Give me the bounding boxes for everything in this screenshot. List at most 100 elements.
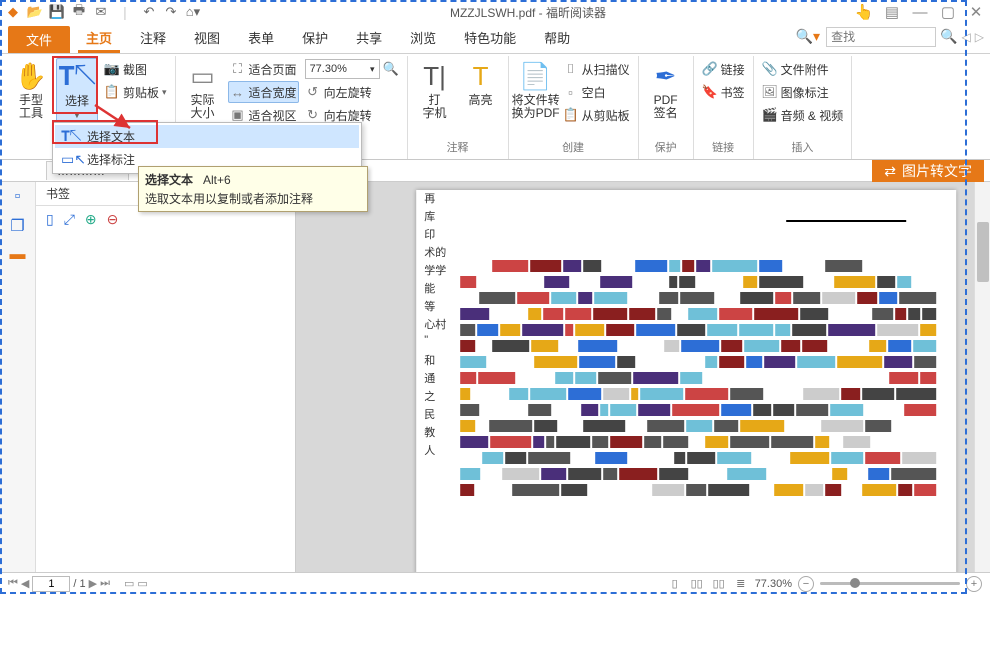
hand-tool-button[interactable]: ✋ 手型 工具: [10, 58, 52, 122]
view-facing-icon[interactable]: ▯▯: [711, 576, 727, 592]
ocr-icon: ⇄: [884, 163, 896, 180]
prev-page-icon[interactable]: ◀: [21, 577, 29, 590]
fit-visible-icon: ▣: [230, 107, 246, 123]
fit-width-button[interactable]: ↔适合宽度: [228, 81, 299, 103]
save-icon[interactable]: 💾: [48, 3, 66, 21]
undo-icon[interactable]: ↶: [140, 3, 158, 21]
tab-help[interactable]: 帮助: [530, 23, 584, 53]
tab-annot[interactable]: 注释: [126, 23, 180, 53]
clipboard-icon: 📋: [104, 84, 120, 100]
search-input[interactable]: [826, 27, 936, 47]
side-page-icon[interactable]: ▫: [15, 188, 21, 206]
view-cont-icon[interactable]: ▯▯: [689, 576, 705, 592]
minimize-icon[interactable]: —: [910, 3, 930, 21]
actual-size-button[interactable]: ▭ 实际 大小: [182, 58, 224, 122]
maximize-icon[interactable]: ▢: [938, 3, 958, 21]
tab-view[interactable]: 视图: [180, 23, 234, 53]
blank-icon: ▫: [563, 84, 579, 100]
view-cont-facing-icon[interactable]: ≣: [733, 576, 749, 592]
clipboard-button[interactable]: 📋剪贴板▾: [102, 81, 169, 103]
fit-page-icon: ⛶: [230, 61, 246, 77]
app-icon: ◆: [4, 3, 22, 21]
promo-ocr[interactable]: ⇄ 图片转文字: [872, 160, 984, 182]
annot-select-icon: ▭↖: [61, 151, 79, 168]
scanner-icon: ⌷: [563, 61, 579, 77]
convert-icon: 📄: [519, 60, 551, 92]
find-tool-icon[interactable]: 🔍▾: [794, 26, 822, 47]
tab-home[interactable]: 主页: [72, 23, 126, 53]
bm-expand-icon[interactable]: ⤢: [64, 211, 75, 228]
image-icon: 🖼: [762, 84, 778, 100]
next-page-icon[interactable]: ▶: [89, 577, 97, 590]
redo-icon[interactable]: ↷: [162, 3, 180, 21]
tooltip: 选择文本Alt+6 选取文本用以复制或者添加注释: [138, 166, 368, 212]
text-select-icon: 𝐓↖: [58, 61, 96, 93]
attach-icon: 📎: [762, 61, 778, 77]
tab-protect[interactable]: 保护: [288, 23, 342, 53]
mail-icon[interactable]: ✉: [92, 3, 110, 21]
rotate-left-button[interactable]: ↺向左旋转: [303, 81, 401, 103]
pdf-sign-button[interactable]: ✒PDF 签名: [645, 58, 687, 122]
rotate-right-icon: ↻: [305, 107, 321, 123]
snapshot-button[interactable]: 📷截图: [102, 58, 169, 80]
highlight-button[interactable]: T高亮: [460, 58, 502, 109]
scrollbar-vertical[interactable]: [974, 182, 990, 572]
from-scanner-button[interactable]: ⌷从扫描仪: [561, 58, 632, 80]
bm-tool-icon[interactable]: ▯: [46, 211, 54, 228]
view-single-icon[interactable]: ▯: [667, 576, 683, 592]
print-icon[interactable]: 🖶: [70, 3, 88, 21]
home-dd-icon[interactable]: ⌂▾: [184, 3, 202, 21]
search-go-icon[interactable]: 🔍: [940, 28, 957, 45]
av-icon: 🎬: [762, 107, 778, 123]
blank-page-button[interactable]: ▫空白: [561, 81, 632, 103]
fit-page-button[interactable]: ⛶适合页面: [228, 58, 299, 80]
sign-icon: ✒: [655, 60, 677, 92]
page-input[interactable]: [32, 576, 70, 592]
from-clipboard-button[interactable]: 📋从剪贴板: [561, 104, 632, 126]
collapse-icon[interactable]: ▭: [124, 577, 134, 590]
tab-share[interactable]: 共享: [342, 23, 396, 53]
tab-features[interactable]: 特色功能: [450, 23, 530, 53]
convert-to-pdf-button[interactable]: 📄将文件转 换为PDF: [515, 58, 557, 122]
page-total: / 1: [73, 578, 85, 590]
tab-form[interactable]: 表单: [234, 23, 288, 53]
bm-del-icon[interactable]: ⊖: [107, 211, 119, 228]
tab-browse[interactable]: 浏览: [396, 23, 450, 53]
bookmark-title: 书签: [46, 185, 70, 202]
zoom-label: 77.30%: [755, 578, 792, 590]
ribbon-toggle-icon[interactable]: ▤: [882, 3, 902, 21]
zoom-slider[interactable]: [820, 582, 960, 585]
image-annot-button[interactable]: 🖼图像标注: [760, 81, 846, 103]
zoom-combo[interactable]: 77.30%▾ 🔍: [303, 58, 401, 80]
select-text-item[interactable]: 𝐓↖ 选择文本: [55, 125, 359, 148]
chevron-down-icon: ▼: [73, 110, 82, 120]
zoom-in-icon[interactable]: +: [966, 576, 982, 592]
typewriter-button[interactable]: T|打 字机: [414, 58, 456, 122]
expand-icon[interactable]: ▭: [137, 577, 147, 590]
last-page-icon[interactable]: ⏭: [100, 577, 110, 590]
from-clip-icon: 📋: [563, 107, 579, 123]
side-layers-icon[interactable]: ❐: [10, 216, 24, 236]
window-title: MZZJLSWH.pdf - 福昕阅读器: [202, 4, 854, 21]
attach-button[interactable]: 📎文件附件: [760, 58, 846, 80]
side-comment-icon[interactable]: ▬: [10, 246, 26, 264]
bookmark-icon: 🔖: [702, 84, 718, 100]
close-icon[interactable]: ✕: [966, 3, 986, 21]
select-tool-button[interactable]: 𝐓↖ 选择 ▼: [56, 58, 98, 123]
bookmark-button[interactable]: 🔖书签: [700, 81, 747, 103]
av-button[interactable]: 🎬音频 & 视频: [760, 104, 846, 126]
camera-icon: 📷: [104, 61, 120, 77]
rotate-left-icon: ↺: [305, 84, 321, 100]
hand-icon[interactable]: 👆: [854, 3, 874, 21]
pdf-page[interactable]: 再库印术的学学能等心村"和通之民教人: [416, 190, 956, 572]
typewriter-icon: T|: [423, 60, 446, 92]
link-button[interactable]: 🔗链接: [700, 58, 747, 80]
zoom-in-icon: 🔍: [383, 61, 399, 77]
link-icon: 🔗: [702, 61, 718, 77]
file-menu[interactable]: 文件: [8, 26, 70, 53]
zoom-out-icon[interactable]: −: [798, 576, 814, 592]
first-page-icon[interactable]: ⏮: [8, 577, 18, 590]
highlight-icon: T: [473, 60, 489, 92]
bm-add-icon[interactable]: ⊕: [85, 211, 97, 228]
open-icon[interactable]: 📂: [26, 3, 44, 21]
